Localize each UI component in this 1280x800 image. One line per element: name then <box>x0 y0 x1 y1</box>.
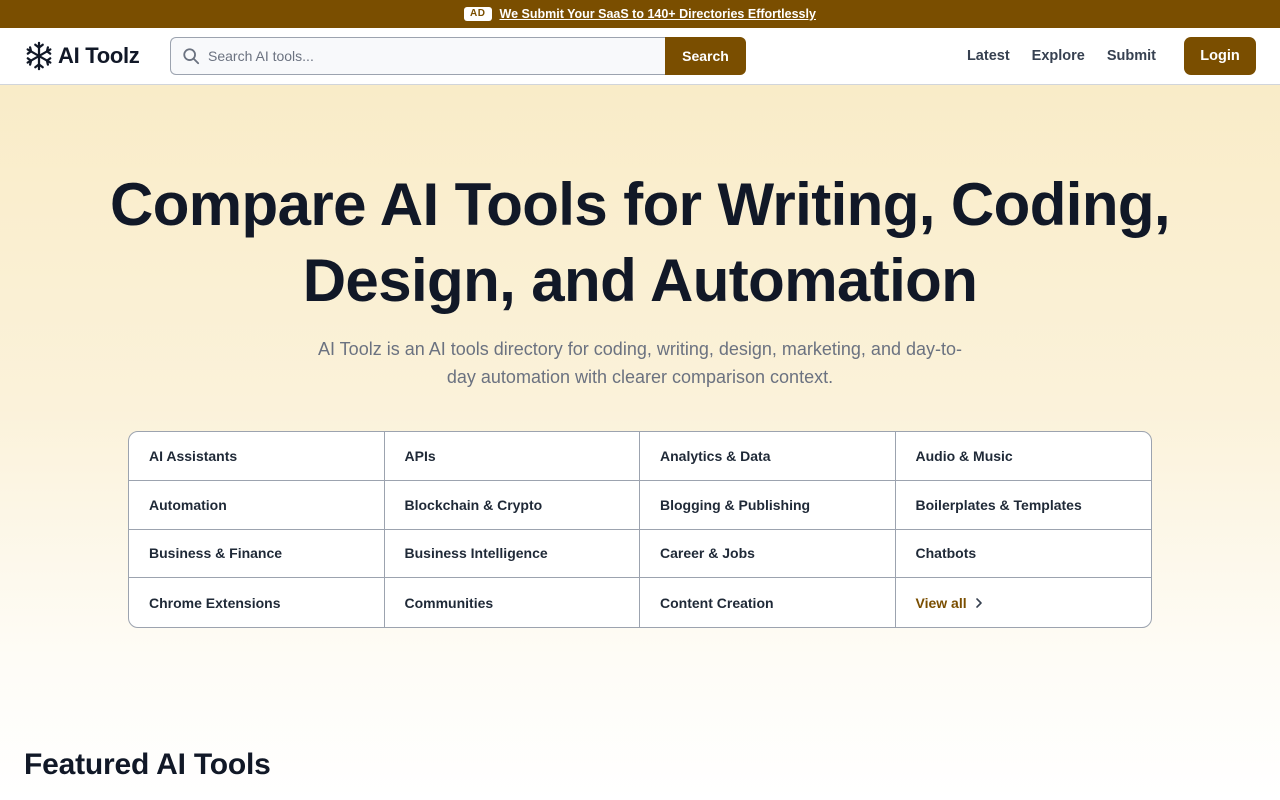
nav-latest[interactable]: Latest <box>967 48 1010 64</box>
view-all-categories-link[interactable]: View all <box>896 578 1152 627</box>
category-item[interactable]: Career & Jobs <box>640 529 896 579</box>
nav-explore[interactable]: Explore <box>1032 48 1085 64</box>
category-item[interactable]: Chrome Extensions <box>129 578 385 627</box>
main-nav: Latest Explore Submit Login <box>967 37 1256 75</box>
search-bar: Search <box>170 37 746 75</box>
category-item[interactable]: Blogging & Publishing <box>640 480 896 530</box>
category-item[interactable]: Audio & Music <box>895 432 1151 481</box>
featured-section-title: Featured AI Tools <box>24 748 271 781</box>
snowflake-icon <box>26 41 52 71</box>
category-item[interactable]: Blockchain & Crypto <box>384 480 640 530</box>
category-item[interactable]: Boilerplates & Templates <box>895 481 1151 530</box>
ad-link[interactable]: We Submit Your SaaS to 140+ Directories … <box>500 7 816 21</box>
category-item[interactable]: Automation <box>129 480 385 530</box>
category-item[interactable]: Content Creation <box>640 578 896 627</box>
search-button[interactable]: Search <box>665 37 746 75</box>
category-item[interactable]: AI Assistants <box>129 432 385 481</box>
login-button[interactable]: Login <box>1184 37 1256 75</box>
category-item[interactable]: Analytics & Data <box>640 432 896 481</box>
hero-section: Compare AI Tools for Writing, Coding, De… <box>0 85 1280 800</box>
category-item[interactable]: Business Intelligence <box>384 529 640 579</box>
nav-submit[interactable]: Submit <box>1107 48 1156 64</box>
ad-banner: AD We Submit Your SaaS to 140+ Directori… <box>0 0 1280 28</box>
search-input[interactable] <box>208 48 665 64</box>
category-item[interactable]: Business & Finance <box>129 529 385 579</box>
category-grid: AI Assistants APIs Analytics & Data Audi… <box>128 431 1152 628</box>
logo-text: AI Toolz <box>58 43 140 68</box>
hero-title: Compare AI Tools for Writing, Coding, De… <box>110 171 1171 314</box>
category-item[interactable]: APIs <box>384 432 640 481</box>
category-item[interactable]: Chatbots <box>895 530 1151 579</box>
ad-badge: AD <box>464 7 492 21</box>
search-box[interactable] <box>170 37 665 75</box>
site-header: AI Toolz Search Latest Explore Submit Lo… <box>0 28 1280 85</box>
category-item[interactable]: Communities <box>385 578 640 627</box>
search-icon <box>183 48 200 65</box>
view-all-label: View all <box>915 594 967 611</box>
chevron-right-icon <box>975 597 982 608</box>
site-logo[interactable]: AI Toolz <box>24 40 140 72</box>
hero-subtitle: AI Toolz is an AI tools directory for co… <box>318 339 962 387</box>
